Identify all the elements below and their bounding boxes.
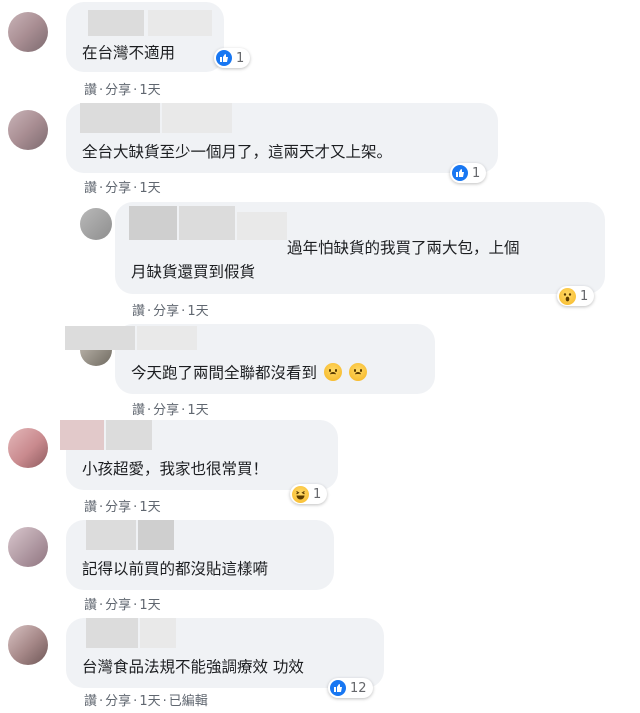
reaction-count-label: 1 <box>236 50 245 66</box>
share-link[interactable]: 分享 <box>105 500 131 515</box>
reaction-count[interactable]: 12 <box>328 678 373 698</box>
like-link[interactable]: 讚 <box>84 598 97 613</box>
share-link[interactable]: 分享 <box>105 83 131 98</box>
separator: · <box>99 500 104 515</box>
like-link[interactable]: 讚 <box>84 500 97 515</box>
separator: · <box>99 83 104 98</box>
comment-text-line-1: 過年怕缺貨的我買了兩大包，上個 <box>287 239 520 257</box>
blurred-name <box>179 206 235 240</box>
like-link[interactable]: 讚 <box>132 403 145 418</box>
timestamp[interactable]: 1天 <box>187 403 208 418</box>
avatar[interactable] <box>8 428 48 468</box>
reaction-count[interactable]: 1 <box>557 286 595 306</box>
blurred-name <box>140 618 176 648</box>
reaction-count-label: 1 <box>472 165 481 181</box>
avatar[interactable] <box>8 527 48 567</box>
edited-label: 已編輯 <box>168 694 208 709</box>
comment-text: 台灣食品法規不能強調療效 功效 <box>82 658 304 676</box>
comment-actions: 讚 · 分享 · 1天 <box>84 594 161 613</box>
wow-icon <box>559 287 576 305</box>
comment-bubble: 今天跑了兩間全聯都沒看到 <box>65 324 435 394</box>
comment-actions: 讚 · 分享 · 1天 <box>84 177 161 196</box>
comment-text: 全台大缺貨至少一個月了，這兩天才又上架。 <box>82 143 393 161</box>
comment-text-line-2: 月缺貨還買到假貨 <box>131 263 256 281</box>
blurred-name <box>106 420 152 450</box>
blurred-name <box>86 520 136 550</box>
separator: · <box>162 694 167 709</box>
comment-bubble: 記得以前買的都沒貼這樣嗬 <box>66 520 334 590</box>
separator: · <box>99 181 104 196</box>
share-link[interactable]: 分享 <box>105 598 131 613</box>
timestamp[interactable]: 1天 <box>187 304 208 319</box>
avatar[interactable] <box>80 208 112 240</box>
like-link[interactable]: 讚 <box>132 304 145 319</box>
timestamp[interactable]: 1天 <box>139 500 160 515</box>
share-link[interactable]: 分享 <box>105 181 131 196</box>
comment-text: 小孩超愛，我家也很常買！ <box>82 460 269 478</box>
reaction-count-label: 12 <box>350 680 367 696</box>
comment-actions: 讚 · 分享 · 1天 <box>84 79 161 98</box>
blurred-name <box>80 103 160 133</box>
timestamp[interactable]: 1天 <box>139 694 160 709</box>
comment-bubble: 全台大缺貨至少一個月了，這兩天才又上架。 <box>66 103 498 173</box>
like-link[interactable]: 讚 <box>84 83 97 98</box>
blurred-name <box>129 206 177 240</box>
reaction-count[interactable]: 1 <box>290 484 328 504</box>
comment-actions: 讚 · 分享 · 1天 <box>132 300 209 319</box>
separator: · <box>147 304 152 319</box>
blurred-name <box>137 326 197 350</box>
blurred-name <box>65 326 135 350</box>
comment-text: 記得以前買的都沒貼這樣嗬 <box>82 560 269 578</box>
comment-text-value: 今天跑了兩間全聯都沒看到 <box>131 364 318 382</box>
reaction-count[interactable]: 1 <box>214 48 251 68</box>
share-link[interactable]: 分享 <box>153 403 179 418</box>
like-link[interactable]: 讚 <box>84 181 97 196</box>
like-icon <box>452 165 468 181</box>
comment-actions: 讚 · 分享 · 1天 <box>132 399 209 418</box>
comment-text: 在台灣不適用 <box>82 44 176 62</box>
blurred-name <box>162 103 232 133</box>
blurred-name <box>138 520 174 550</box>
timestamp[interactable]: 1天 <box>139 83 160 98</box>
reaction-count-label: 1 <box>580 288 589 304</box>
avatar[interactable] <box>8 12 48 52</box>
avatar[interactable] <box>8 110 48 150</box>
blurred-name <box>148 10 212 36</box>
timestamp[interactable]: 1天 <box>139 598 160 613</box>
comment-bubble: 過年怕缺貨的我買了兩大包，上個 月缺貨還買到假貨 <box>115 202 605 294</box>
share-link[interactable]: 分享 <box>105 694 131 709</box>
like-icon <box>330 680 346 696</box>
reaction-count-label: 1 <box>313 486 322 502</box>
comment-bubble: 小孩超愛，我家也很常買！ <box>60 420 338 490</box>
timestamp[interactable]: 1天 <box>139 181 160 196</box>
comment-actions: 讚 · 分享 · 1天 · 已編輯 <box>84 690 208 709</box>
reaction-count[interactable]: 1 <box>450 163 487 183</box>
blurred-name <box>60 420 104 450</box>
frown-emoji-icon <box>323 363 342 381</box>
comment-bubble: 在台灣不適用 <box>66 2 224 72</box>
separator: · <box>99 598 104 613</box>
separator: · <box>99 694 104 709</box>
haha-icon <box>292 485 309 503</box>
like-icon <box>216 50 232 66</box>
blurred-name <box>237 212 287 240</box>
comment-text: 今天跑了兩間全聯都沒看到 <box>131 360 367 386</box>
like-link[interactable]: 讚 <box>84 694 97 709</box>
blurred-name <box>88 10 144 36</box>
comment-actions: 讚 · 分享 · 1天 <box>84 496 161 515</box>
blurred-name <box>86 618 138 648</box>
frown-emoji-icon <box>348 363 367 381</box>
share-link[interactable]: 分享 <box>153 304 179 319</box>
avatar[interactable] <box>8 625 48 665</box>
separator: · <box>147 403 152 418</box>
